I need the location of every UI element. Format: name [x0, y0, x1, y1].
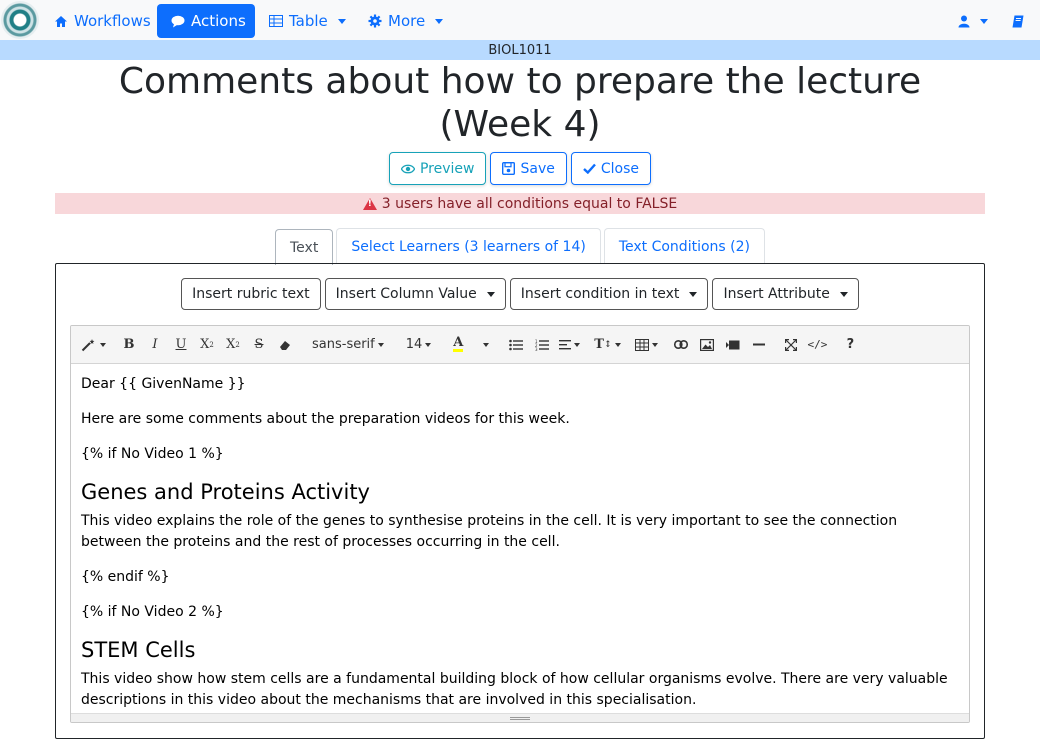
text-tab-panel: Insert rubric text Insert Column Value I… — [55, 263, 985, 739]
tab-text[interactable]: Text — [275, 229, 334, 265]
eye-icon — [400, 164, 415, 174]
nav-actions[interactable]: Actions — [157, 4, 255, 38]
greeting-line: Dear {{ GivenName }} — [81, 376, 246, 392]
subscript-icon[interactable]: X2 — [220, 332, 246, 358]
save-button[interactable]: Save — [490, 152, 567, 185]
section-body-stem: This video show how stem cells are a fun… — [81, 671, 948, 708]
line-height-icon[interactable]: T ↕ — [590, 332, 624, 358]
tab-select-learners[interactable]: Select Learners (3 learners of 14) — [336, 228, 601, 264]
italic-icon[interactable]: I — [142, 332, 168, 358]
svg-text:3: 3 — [535, 347, 538, 351]
table-icon — [269, 15, 283, 27]
chevron-down-icon — [980, 18, 988, 24]
comments-icon — [171, 15, 185, 28]
condition-open-2: {% if No Video 2 %} — [81, 604, 224, 620]
align-icon[interactable] — [555, 332, 584, 358]
chevron-down-icon — [839, 291, 848, 297]
magic-wand-icon[interactable] — [77, 332, 110, 358]
docs-link[interactable] — [1004, 4, 1032, 38]
insert-rubric-button[interactable]: Insert rubric text — [181, 278, 321, 310]
alert-text: 3 users have all conditions equal to FAL… — [381, 195, 678, 212]
insert-column-label: Insert Column Value — [335, 286, 477, 302]
nav-workflows[interactable]: Workflows — [46, 4, 159, 38]
image-icon[interactable] — [694, 332, 720, 358]
insert-attribute-dropdown[interactable]: Insert Attribute — [712, 278, 859, 310]
editor-content[interactable]: Dear {{ GivenName }} Here are some comme… — [71, 364, 969, 711]
nav-table[interactable]: Table — [261, 4, 354, 38]
action-buttons: Preview Save Close — [0, 152, 1040, 185]
section-heading-genes: Genes and Proteins Activity — [81, 480, 370, 504]
insert-attribute-label: Insert Attribute — [723, 286, 830, 302]
nav-table-label: Table — [289, 12, 328, 30]
book-icon — [1012, 15, 1024, 28]
save-icon — [502, 162, 516, 175]
editor-tabs: Text Select Learners (3 learners of 14) … — [0, 228, 1040, 265]
insert-column-value-dropdown[interactable]: Insert Column Value — [324, 278, 506, 310]
user-icon — [958, 15, 970, 28]
bold-icon[interactable]: B — [116, 332, 142, 358]
rich-text-editor[interactable]: B I U X2 X2 S sans-serif 14 A 1 2 3 T ↕ … — [70, 325, 970, 723]
font-size-value: 14 — [405, 337, 423, 352]
editor-resize-handle[interactable] — [71, 713, 969, 722]
font-size-dropdown[interactable]: 14 — [398, 332, 440, 358]
course-banner: BIOL1011 — [0, 40, 1040, 60]
section-heading-stem: STEM Cells — [81, 638, 196, 662]
gear-icon — [368, 14, 382, 28]
home-icon — [54, 15, 68, 28]
close-button[interactable]: Close — [570, 152, 651, 185]
insert-condition-dropdown[interactable]: Insert condition in text — [509, 278, 709, 310]
tab-text-conditions-label: Text Conditions (2) — [618, 238, 750, 255]
code-view-icon[interactable]: </> — [804, 332, 832, 358]
chevron-down-icon — [337, 18, 346, 24]
horizontal-rule-icon[interactable] — [746, 332, 772, 358]
fullscreen-icon[interactable] — [778, 332, 804, 358]
nav-workflows-label: Workflows — [74, 12, 151, 30]
user-menu[interactable] — [950, 4, 996, 38]
close-label: Close — [600, 160, 639, 177]
font-family-value: sans-serif — [312, 337, 375, 352]
help-icon[interactable]: ? — [837, 332, 863, 358]
preview-button[interactable]: Preview — [388, 152, 487, 185]
course-code: BIOL1011 — [488, 42, 552, 58]
table-insert-icon[interactable] — [631, 332, 662, 358]
tab-text-conditions[interactable]: Text Conditions (2) — [603, 228, 765, 264]
warning-icon — [362, 197, 377, 210]
nav-actions-label: Actions — [191, 12, 246, 30]
tab-text-label: Text — [290, 239, 319, 256]
bullet-list-icon[interactable] — [503, 332, 529, 358]
section-body-genes: This video explains the role of the gene… — [81, 513, 898, 550]
numbered-list-icon[interactable]: 123 — [529, 332, 555, 358]
condition-alert: 3 users have all conditions equal to FAL… — [55, 193, 985, 214]
page-title: Comments about how to prepare the lectur… — [118, 61, 922, 145]
preview-label: Preview — [419, 160, 475, 177]
underline-icon[interactable]: U — [168, 332, 194, 358]
superscript-icon[interactable]: X2 — [194, 332, 220, 358]
insert-rubric-label: Insert rubric text — [192, 286, 310, 302]
strikethrough-icon[interactable]: S — [246, 332, 272, 358]
color-dropdown[interactable] — [471, 332, 497, 358]
font-family-dropdown[interactable]: sans-serif — [304, 332, 392, 358]
video-icon[interactable] — [720, 332, 746, 358]
condition-open-1: {% if No Video 1 %} — [81, 446, 224, 462]
tab-select-learners-label: Select Learners (3 learners of 14) — [351, 238, 586, 255]
insert-condition-label: Insert condition in text — [520, 286, 680, 302]
save-label: Save — [520, 160, 555, 177]
link-icon[interactable] — [668, 332, 694, 358]
chevron-down-icon — [486, 291, 495, 297]
chevron-down-icon — [689, 291, 698, 297]
editor-toolbar: B I U X2 X2 S sans-serif 14 A 1 2 3 T ↕ … — [71, 326, 969, 364]
check-icon — [583, 163, 596, 174]
intro-paragraph: Here are some comments about the prepara… — [81, 411, 570, 427]
chevron-down-icon — [435, 18, 444, 24]
app-logo[interactable] — [1, 1, 39, 39]
nav-more[interactable]: More — [360, 4, 451, 38]
top-navbar: Workflows Actions Table More — [0, 0, 1040, 40]
condition-close: {% endif %} — [81, 569, 170, 585]
nav-more-label: More — [388, 12, 426, 30]
eraser-icon[interactable] — [272, 332, 298, 358]
insert-buttons: Insert rubric text Insert Column Value I… — [56, 278, 984, 310]
highlight-color-icon[interactable]: A — [445, 332, 471, 358]
